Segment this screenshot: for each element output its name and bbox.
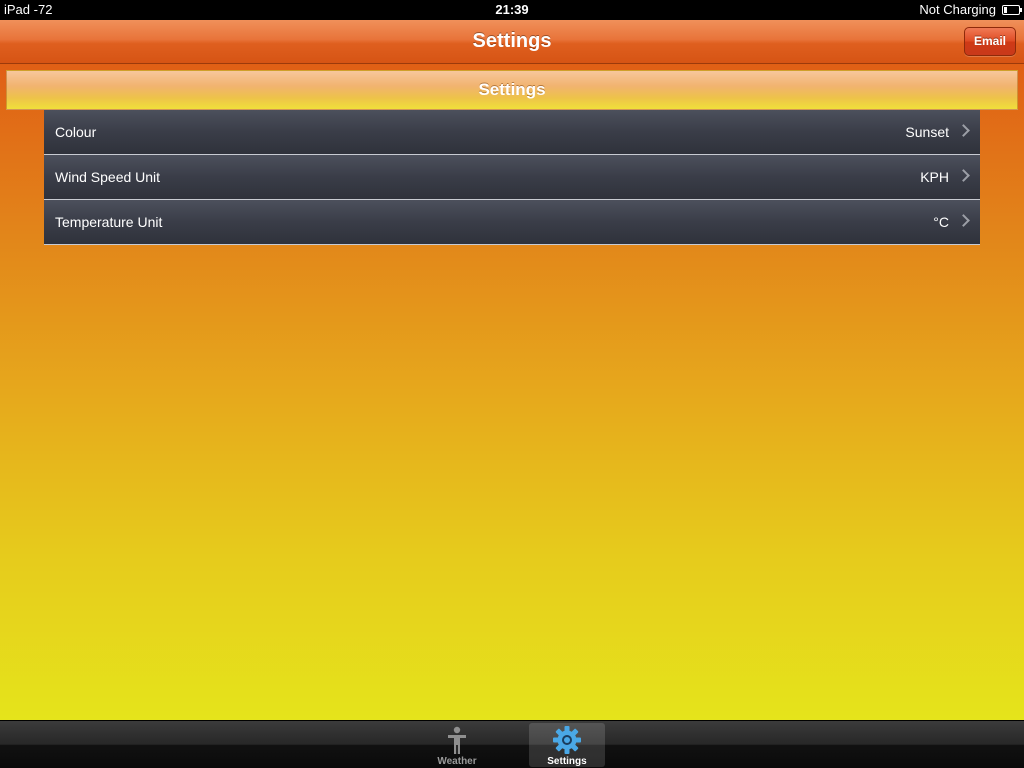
setting-row-colour[interactable]: Colour Sunset	[44, 110, 980, 155]
nav-title: Settings	[472, 30, 552, 52]
tab-bar: Weather Settings	[0, 720, 1024, 768]
main-content: Settings Colour Sunset Wind Speed Unit K…	[0, 64, 1024, 720]
setting-value: KPH	[920, 169, 949, 185]
person-icon	[448, 726, 466, 754]
clock: 21:39	[495, 2, 529, 17]
section-header: Settings	[6, 70, 1018, 110]
tab-label: Weather	[437, 756, 477, 767]
settings-table: Colour Sunset Wind Speed Unit KPH Temper…	[44, 110, 980, 245]
gear-icon	[553, 726, 581, 754]
setting-label: Temperature Unit	[55, 214, 163, 230]
setting-value: Sunset	[905, 124, 949, 140]
tab-settings[interactable]: Settings	[529, 723, 605, 767]
chevron-right-icon	[957, 124, 970, 137]
email-button[interactable]: Email	[964, 27, 1016, 56]
setting-row-wind-speed-unit[interactable]: Wind Speed Unit KPH	[44, 155, 980, 200]
setting-label: Colour	[55, 124, 97, 140]
navigation-bar: Settings Email	[0, 20, 1024, 64]
setting-row-temperature-unit[interactable]: Temperature Unit °C	[44, 200, 980, 245]
status-bar: iPad -72 21:39 Not Charging	[0, 0, 1024, 20]
chevron-right-icon	[957, 214, 970, 227]
battery-status-label: Not Charging	[919, 2, 996, 17]
battery-icon	[1002, 5, 1022, 15]
tab-weather[interactable]: Weather	[419, 723, 495, 767]
tab-label: Settings	[547, 756, 587, 767]
setting-label: Wind Speed Unit	[55, 169, 161, 185]
battery-area: Not Charging	[919, 0, 1022, 20]
setting-value: °C	[933, 214, 949, 230]
chevron-right-icon	[957, 169, 970, 182]
